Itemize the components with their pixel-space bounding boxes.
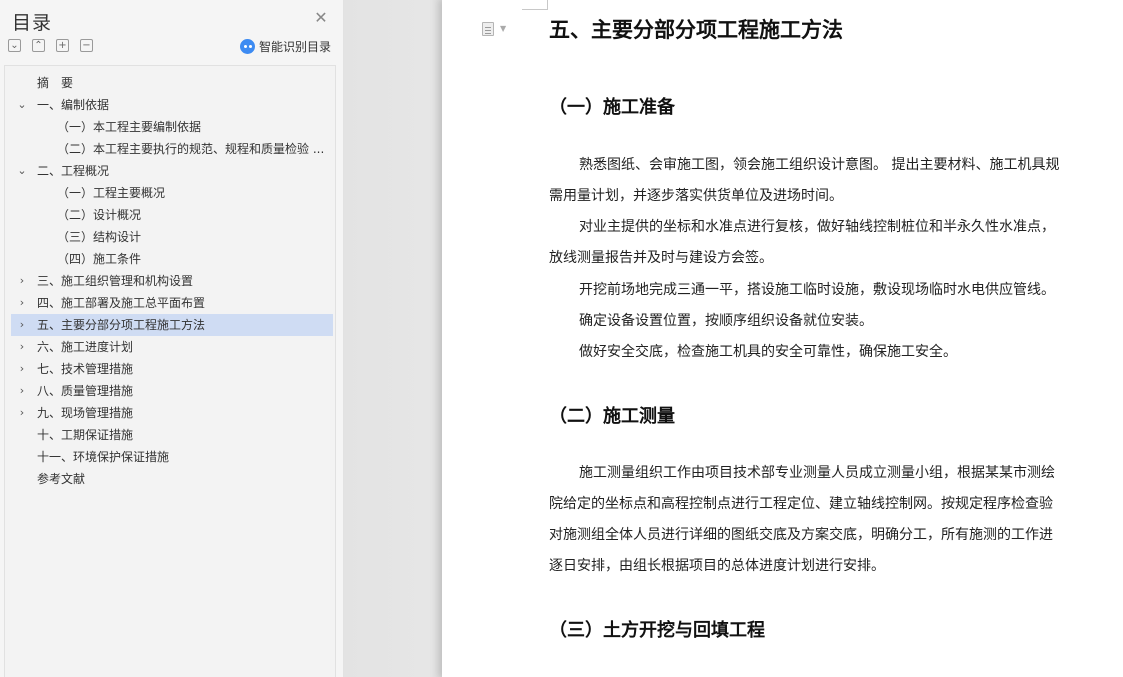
toc-item[interactable]: 参考文献 (11, 468, 333, 490)
document-gutter (344, 0, 442, 677)
section-title: （三）土方开挖与回填工程 (549, 620, 765, 641)
toc-toolbar: ⌄ ⌃ + − (8, 39, 104, 55)
toc-tree: 摘 要 ⌄ 一、编制依据 （一）本工程主要编制依据 （二）本工程主要执行的规范、规程和质… (4, 65, 336, 677)
paragraph-line: 对施测组全体人员进行详细的图纸交底及方案交底，明确分工，所有施测的工作进 (549, 527, 1053, 543)
chevron-right-icon[interactable]: › (17, 402, 27, 424)
toc-item[interactable]: （二）设计概况 (11, 204, 333, 226)
expand-all-icon[interactable]: ⌃ (32, 39, 45, 52)
toc-item-label: 十、工期保证措施 (37, 428, 134, 442)
section-title: （二）施工测量 (549, 406, 675, 427)
toc-item[interactable]: 十一、环境保护保证措施 (11, 446, 333, 468)
toc-item[interactable]: 摘 要 (11, 72, 333, 94)
toc-item-label: 参考文献 (37, 472, 86, 486)
toc-item[interactable]: ⌄ 二、工程概况 (11, 160, 333, 182)
toc-item-label: （一）本工程主要编制依据 (57, 120, 202, 134)
toc-item-label: 一、编制依据 (37, 98, 110, 112)
document-outline-icon[interactable] (482, 22, 494, 36)
toc-item[interactable]: › 四、施工部署及施工总平面布置 (11, 292, 333, 314)
toc-item-label: 十一、环境保护保证措施 (37, 450, 170, 464)
toc-item[interactable]: › 五、主要分部分项工程施工方法 (11, 314, 333, 336)
remove-heading-icon[interactable]: − (80, 39, 93, 52)
toc-item-label: 三、施工组织管理和机构设置 (37, 274, 194, 288)
paragraph-line: 做好安全交底，检查施工机具的安全可靠性，确保施工安全。 (579, 344, 957, 360)
toc-item[interactable]: （二）本工程主要执行的规范、规程和质量检验 ... (11, 138, 333, 160)
ai-bot-icon (240, 39, 255, 54)
paragraph-line: 熟悉图纸、会审施工图，领会施工组织设计意图。 提出主要材料、施工机具规 (579, 157, 1060, 173)
close-icon[interactable]: ✕ (313, 10, 329, 26)
toc-item-label: （一）工程主要概况 (57, 186, 166, 200)
collapse-all-icon[interactable]: ⌄ (8, 39, 21, 52)
paragraph-line: 需用量计划，并逐步落实供货单位及进场时间。 (549, 188, 843, 204)
toc-item-label: 摘 要 (37, 76, 74, 90)
toc-item[interactable]: （一）本工程主要编制依据 (11, 116, 333, 138)
sidebar-title: 目录 (12, 12, 53, 34)
chevron-right-icon[interactable]: › (17, 314, 27, 336)
paragraph-line: 确定设备设置位置，按顺序组织设备就位安装。 (579, 313, 873, 329)
toc-sidebar: 目录 ✕ ⌄ ⌃ + − 智能识别目录 摘 要 ⌄ 一、编制依据 （一）本工程主要编制… (0, 0, 344, 677)
toc-item[interactable]: › 八、质量管理措施 (11, 380, 333, 402)
doc-heading-1: 五、主要分部分项工程施工方法 (549, 17, 843, 42)
paragraph-line: 放线测量报告并及时与建设方会签。 (549, 250, 773, 266)
chevron-down-icon[interactable]: ⌄ (17, 160, 27, 182)
paragraph-line: 逐日安排，由组长根据项目的总体进度计划进行安排。 (549, 558, 885, 574)
chevron-down-icon[interactable]: ⌄ (17, 94, 27, 116)
toc-item-label: （四）施工条件 (57, 252, 142, 266)
paragraph-line: 开挖前场地完成三通一平，搭设施工临时设施，敷设现场临时水电供应管线。 (579, 282, 1055, 298)
toc-item[interactable]: › 九、现场管理措施 (11, 402, 333, 424)
toc-item[interactable]: › 七、技术管理措施 (11, 358, 333, 380)
toc-item[interactable]: › 六、施工进度计划 (11, 336, 333, 358)
smart-toc-button[interactable]: 智能识别目录 (240, 38, 331, 55)
chevron-right-icon[interactable]: › (17, 336, 27, 358)
chevron-right-icon[interactable]: › (17, 358, 27, 380)
chevron-right-icon[interactable]: › (17, 292, 27, 314)
add-heading-icon[interactable]: + (56, 39, 69, 52)
section-title: （一）施工准备 (549, 97, 675, 118)
toc-item[interactable]: ⌄ 一、编制依据 (11, 94, 333, 116)
toc-item-label: 九、现场管理措施 (37, 406, 134, 420)
paragraph-line: 院给定的坐标点和高程控制点进行工程定位、建立轴线控制网。按规定程序检查验 (549, 496, 1053, 512)
toc-item[interactable]: （一）工程主要概况 (11, 182, 333, 204)
toc-item[interactable]: 十、工期保证措施 (11, 424, 333, 446)
toc-item-label: 二、工程概况 (37, 164, 110, 178)
toc-item[interactable]: （四）施工条件 (11, 248, 333, 270)
smart-toc-label: 智能识别目录 (259, 40, 332, 54)
toc-item-label: 五、主要分部分项工程施工方法 (37, 318, 206, 332)
toc-item-label: （二）本工程主要执行的规范、规程和质量检验 ... (57, 142, 325, 156)
chevron-down-icon[interactable]: ▼ (500, 24, 506, 33)
toc-item-label: 四、施工部署及施工总平面布置 (37, 296, 206, 310)
toc-item-label: 六、施工进度计划 (37, 340, 134, 354)
paragraph-line: 对业主提供的坐标和水准点进行复核，做好轴线控制桩位和半永久性水准点， (579, 219, 1055, 235)
toc-item-label: 八、质量管理措施 (37, 384, 134, 398)
chevron-right-icon[interactable]: › (17, 380, 27, 402)
page-corner-mark (522, 0, 548, 10)
paragraph-line: 施工测量组织工作由项目技术部专业测量人员成立测量小组，根据某某市测绘 (579, 465, 1055, 481)
toc-item-label: 七、技术管理措施 (37, 362, 134, 376)
toc-item-label: （三）结构设计 (57, 230, 142, 244)
chevron-right-icon[interactable]: › (17, 270, 27, 292)
toc-item[interactable]: （三）结构设计 (11, 226, 333, 248)
toc-item-label: （二）设计概况 (57, 208, 142, 222)
toc-item[interactable]: › 三、施工组织管理和机构设置 (11, 270, 333, 292)
